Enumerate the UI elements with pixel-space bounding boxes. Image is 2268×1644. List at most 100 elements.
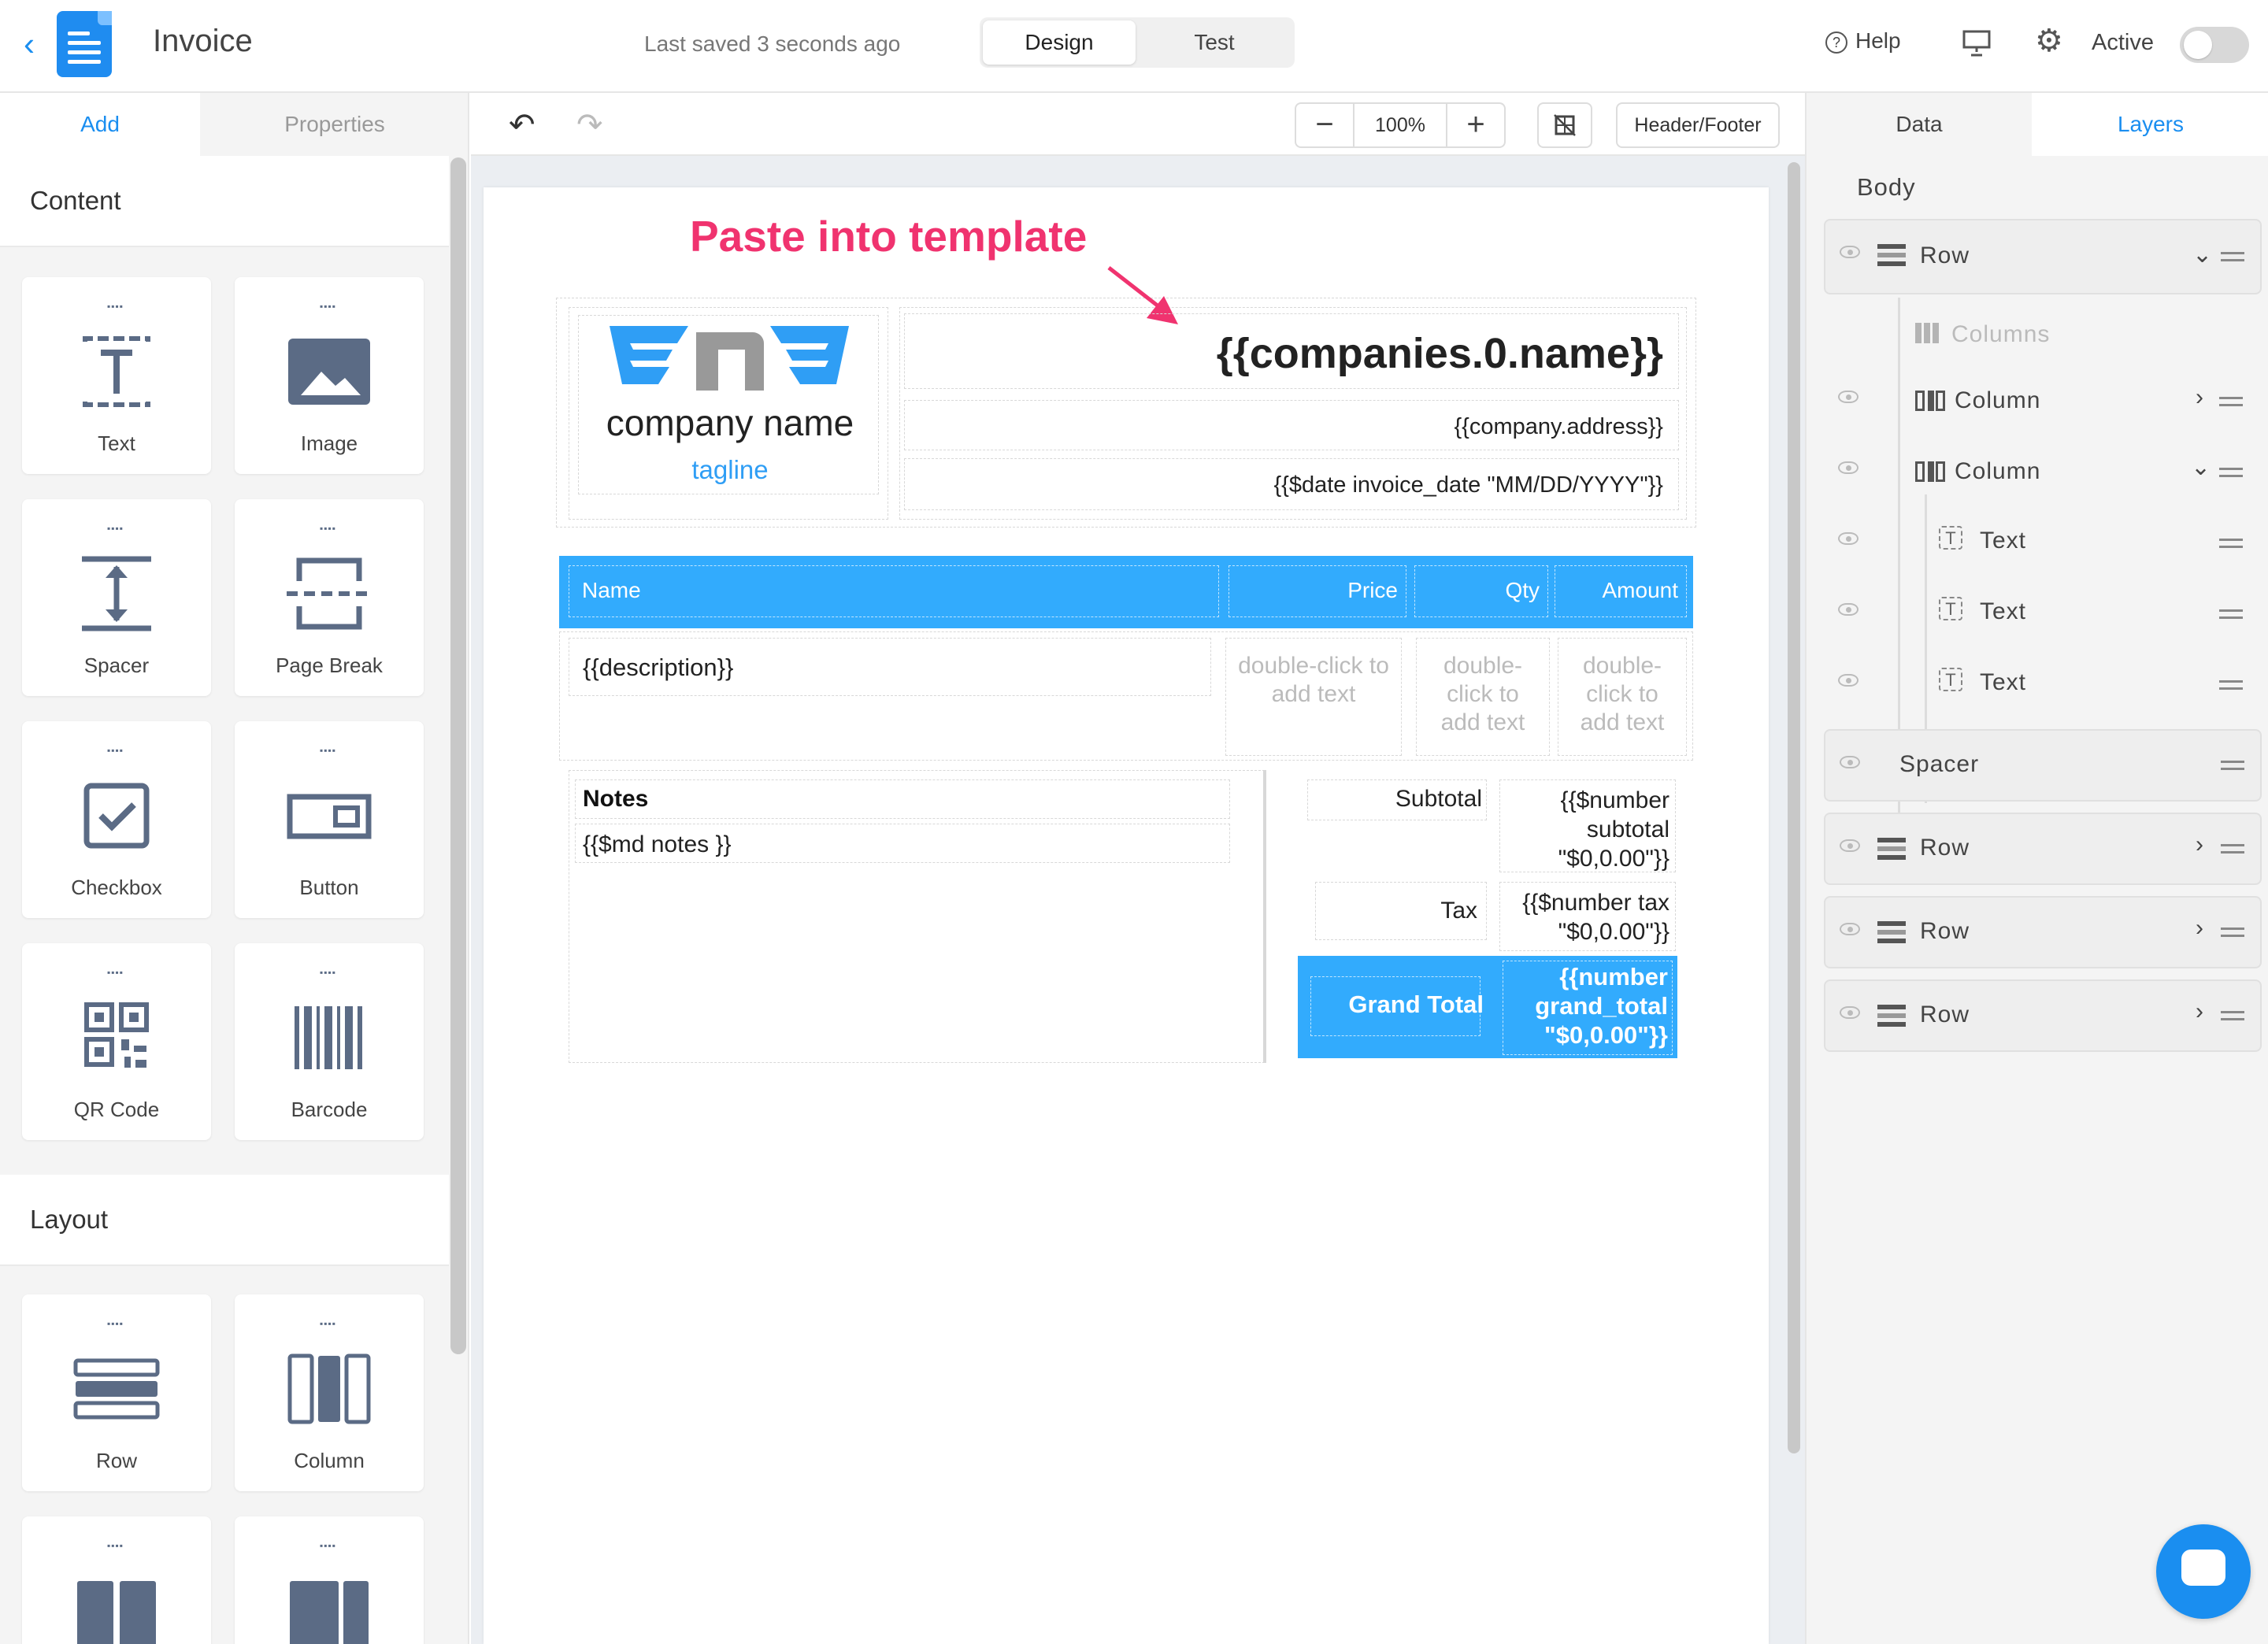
left-panel-scrollbar[interactable] — [450, 157, 466, 1354]
add-column-card[interactable]: ▪▪▪▪ Column — [235, 1294, 424, 1491]
description-field[interactable]: {{description}} — [583, 654, 733, 682]
column-header-name[interactable]: Name — [569, 565, 1219, 617]
tab-layers[interactable]: Layers — [2032, 93, 2268, 156]
tax-label[interactable]: Tax — [1317, 898, 1477, 924]
preview-icon[interactable] — [1961, 27, 1992, 58]
visibility-eye-icon[interactable] — [1840, 246, 1860, 258]
add-row-card[interactable]: ▪▪▪▪ Row — [22, 1294, 211, 1491]
design-mode-button[interactable]: Design — [983, 20, 1136, 65]
settings-gear-icon[interactable]: ⚙ — [2035, 25, 2063, 57]
add-two-column-wide-card[interactable]: ▪▪▪▪ — [235, 1516, 424, 1644]
document-title: Invoice — [153, 24, 253, 58]
layer-row-1[interactable]: Row ⌄ — [1824, 219, 2262, 294]
chevron-right-icon[interactable]: › — [2196, 384, 2203, 411]
add-page-break-card[interactable]: ▪▪▪▪ Page Break — [235, 499, 424, 696]
add-button-card[interactable]: ▪▪▪▪ Button — [235, 721, 424, 918]
zoom-out-button[interactable]: − — [1296, 104, 1354, 146]
visibility-eye-icon[interactable] — [1840, 1006, 1860, 1019]
drag-handle-icon[interactable] — [2219, 680, 2243, 690]
column-header-price[interactable]: Price — [1228, 565, 1406, 617]
companies-name-field[interactable]: {{companies.0.name}} — [906, 329, 1663, 378]
table-header-row[interactable]: Name Price Qty Amount — [559, 556, 1693, 628]
active-toggle[interactable] — [2180, 27, 2249, 63]
layer-column-2[interactable]: Column ⌄ — [1824, 436, 2262, 507]
chevron-down-icon[interactable]: ⌄ — [2191, 454, 2211, 481]
qty-placeholder[interactable]: double-click to add text — [1424, 652, 1542, 737]
grand-total-label[interactable]: Grand Total — [1312, 990, 1484, 1019]
help-button[interactable]: ? Help — [1825, 28, 1901, 54]
add-spacer-card[interactable]: ▪▪▪▪ Spacer — [22, 499, 211, 696]
qr-code-icon — [69, 998, 164, 1077]
visibility-eye-icon[interactable] — [1840, 923, 1860, 935]
tab-add[interactable]: Add — [0, 93, 200, 156]
layer-row-4[interactable]: Row › — [1824, 979, 2262, 1052]
visibility-eye-icon[interactable] — [1840, 839, 1860, 852]
add-image-card[interactable]: ▪▪▪▪ Image — [235, 277, 424, 474]
subtotal-field[interactable]: {{$number subtotal "$0,0.00"}} — [1501, 786, 1670, 873]
drag-handle-icon[interactable] — [2219, 609, 2243, 619]
drag-handle-icon[interactable] — [2221, 1011, 2244, 1020]
drag-handle-icon[interactable] — [2221, 844, 2244, 853]
grand-total-row[interactable]: Grand Total {{number grand_total "$0,0.0… — [1298, 956, 1677, 1058]
header-footer-button[interactable]: Header/Footer — [1616, 102, 1780, 148]
price-placeholder[interactable]: double-click to add text — [1233, 652, 1394, 709]
notes-field[interactable]: {{$md notes }} — [583, 831, 732, 858]
drag-grip-icon: ▪▪▪▪ — [107, 967, 124, 978]
column-header-qty[interactable]: Qty — [1414, 565, 1548, 617]
layer-row-2[interactable]: Row › — [1824, 813, 2262, 885]
layer-spacer[interactable]: Spacer — [1824, 729, 2262, 802]
tab-properties[interactable]: Properties — [200, 93, 468, 156]
visibility-eye-icon[interactable] — [1838, 461, 1858, 474]
visibility-eye-icon[interactable] — [1838, 391, 1858, 403]
layer-label: Row — [1920, 1002, 1970, 1028]
visibility-eye-icon[interactable] — [1840, 756, 1860, 768]
layer-column-1[interactable]: Column › — [1824, 365, 2262, 436]
zoom-in-button[interactable]: + — [1446, 104, 1504, 146]
redo-icon[interactable]: ↷ — [576, 107, 603, 143]
date-field[interactable]: {{$date invoice_date "MM/DD/YYYY"}} — [906, 472, 1663, 498]
undo-icon[interactable]: ↶ — [509, 107, 536, 143]
amount-placeholder[interactable]: double-click to add text — [1566, 652, 1679, 737]
chevron-right-icon[interactable]: › — [2196, 831, 2203, 858]
add-two-column-card[interactable]: ▪▪▪▪ — [22, 1516, 211, 1644]
drag-grip-icon: ▪▪▪▪ — [320, 967, 337, 978]
drag-handle-icon[interactable] — [2219, 539, 2243, 548]
address-field[interactable]: {{company.address}} — [906, 414, 1664, 440]
add-text-card[interactable]: ▪▪▪▪ Text — [22, 277, 211, 474]
drag-handle-icon[interactable] — [2221, 252, 2244, 261]
layer-text-1[interactable]: T Text — [1824, 507, 2262, 578]
tab-data[interactable]: Data — [1807, 93, 2032, 156]
grid-icon — [1554, 114, 1576, 136]
test-mode-button[interactable]: Test — [1137, 20, 1292, 65]
notes-label-block[interactable] — [575, 779, 1230, 819]
drag-handle-icon[interactable] — [2219, 468, 2243, 477]
layer-row-3[interactable]: Row › — [1824, 896, 2262, 968]
column-header-amount[interactable]: Amount — [1555, 565, 1687, 617]
company-name[interactable]: company name — [584, 402, 876, 444]
chevron-right-icon[interactable]: › — [2196, 915, 2203, 942]
canvas-scrollbar[interactable] — [1788, 162, 1800, 1453]
grand-total-field[interactable]: {{number grand_total "$0,0.00"}} — [1504, 962, 1668, 1050]
visibility-eye-icon[interactable] — [1838, 603, 1858, 616]
layer-text-3[interactable]: T Text — [1824, 649, 2262, 720]
grid-toggle-button[interactable] — [1537, 102, 1592, 148]
drag-handle-icon[interactable] — [2221, 928, 2244, 937]
tax-field[interactable]: {{$number tax "$0,0.00"}} — [1501, 888, 1670, 946]
content-section-title: Content — [30, 186, 121, 215]
visibility-eye-icon[interactable] — [1838, 532, 1858, 545]
visibility-eye-icon[interactable] — [1838, 674, 1858, 687]
chevron-down-icon[interactable]: ⌄ — [2192, 241, 2212, 268]
notes-label[interactable]: Notes — [583, 786, 648, 813]
chat-support-button[interactable] — [2156, 1524, 2251, 1619]
company-tagline[interactable]: tagline — [584, 455, 876, 485]
layer-text-2[interactable]: T Text — [1824, 578, 2262, 649]
chevron-right-icon[interactable]: › — [2196, 998, 2203, 1025]
drag-grip-icon: ▪▪▪▪ — [107, 301, 124, 312]
subtotal-label[interactable]: Subtotal — [1310, 786, 1482, 813]
drag-handle-icon[interactable] — [2221, 761, 2244, 770]
add-barcode-card[interactable]: ▪▪▪▪ Barcode — [235, 943, 424, 1140]
add-qr-code-card[interactable]: ▪▪▪▪ QR Code — [22, 943, 211, 1140]
back-chevron-icon[interactable]: ‹ — [24, 28, 44, 61]
drag-handle-icon[interactable] — [2219, 397, 2243, 406]
add-checkbox-card[interactable]: ▪▪▪▪ Checkbox — [22, 721, 211, 918]
